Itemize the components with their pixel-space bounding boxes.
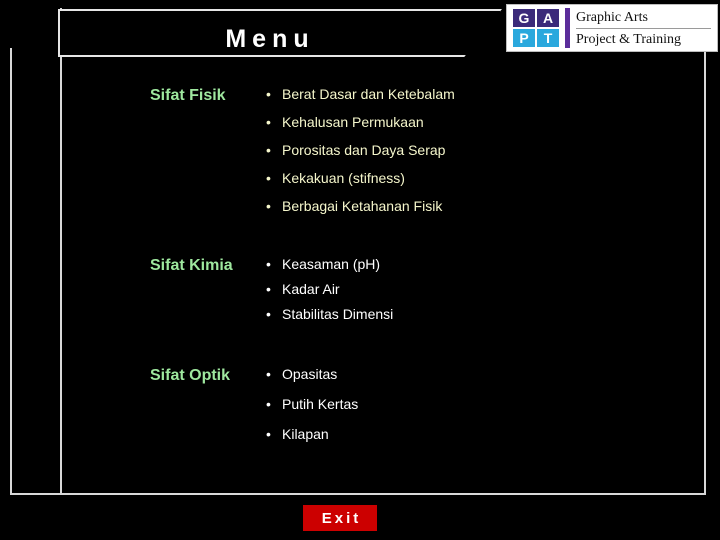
list-item-label: Opasitas [282,366,338,382]
section-heading: Sifat Optik [150,367,231,384]
section-heading: Sifat Fisik [150,87,226,104]
list-item: • Keasaman (pH) [266,256,666,273]
list-item-label: Kehalusan Permukaan [282,114,424,130]
bullet-dot-icon: • [266,306,271,322]
list-item: • Kadar Air [266,281,666,298]
section-bullet-list: • Keasaman (pH) • Kadar Air • Stabilitas… [266,256,666,323]
title-banner-fill: Menu [60,11,500,55]
logo-letter-marks: G A P T [507,5,565,51]
bullet-dot-icon: • [266,170,271,186]
frame-line-bottom [10,493,706,495]
list-item: • Porositas dan Daya Serap [266,142,666,159]
frame-line-inner-left [60,8,62,495]
list-item-label: Kilapan [282,426,329,442]
list-item-label: Berbagai Ketahanan Fisik [282,198,443,214]
logo-letter-p: P [513,29,535,47]
slide-canvas: Menu G A P T Graphic Arts Project & Trai… [0,0,720,540]
logo-row-top: G A [513,9,563,27]
list-item: • Stabilitas Dimensi [266,306,666,323]
list-item-label: Berat Dasar dan Ketebalam [282,86,455,102]
bullet-dot-icon: • [266,142,271,158]
section-bullet-list: • Berat Dasar dan Ketebalam • Kehalusan … [266,86,666,215]
bullet-dot-icon: • [266,256,271,272]
list-item-label: Stabilitas Dimensi [282,306,394,322]
list-item: • Kekakuan (stifness) [266,170,666,187]
list-item-label: Kadar Air [282,281,340,297]
exit-button-label: Exit [321,509,362,527]
logo-row-bottom: P T [513,29,563,47]
logo-letter-g: G [513,9,535,27]
section-heading: Sifat Kimia [150,257,233,274]
logo-line-project-training: Project & Training [576,31,682,47]
exit-button[interactable]: Exit [303,505,377,531]
frame-line-right [704,8,706,495]
bullet-dot-icon: • [266,281,271,297]
gapt-logo: G A P T Graphic Arts Project & Training [506,4,718,52]
list-item: • Opasitas [266,366,666,383]
bullet-dot-icon: • [266,366,271,382]
list-item-label: Putih Kertas [282,396,359,412]
list-item-label: Kekakuan (stifness) [282,170,405,186]
list-item-label: Porositas dan Daya Serap [282,142,446,158]
bullet-dot-icon: • [266,86,271,102]
bullet-dot-icon: • [266,198,271,214]
list-item: • Kehalusan Permukaan [266,114,666,131]
logo-line-graphic-arts: Graphic Arts [576,8,711,29]
list-item: • Kilapan [266,426,666,443]
logo-wordmark: Graphic Arts Project & Training [576,5,717,51]
list-item: • Berat Dasar dan Ketebalam [266,86,666,103]
list-item: • Putih Kertas [266,396,666,413]
bullet-dot-icon: • [266,396,271,412]
page-title: Menu [225,25,315,53]
logo-divider-bar [565,8,570,48]
frame-line-outer-left [10,48,12,495]
logo-letter-t: T [537,29,559,47]
list-item: • Berbagai Ketahanan Fisik [266,198,666,215]
section-bullet-list: • Opasitas • Putih Kertas • Kilapan [266,366,666,443]
bullet-dot-icon: • [266,114,271,130]
logo-letter-a: A [537,9,559,27]
list-item-label: Keasaman (pH) [282,256,381,272]
bullet-dot-icon: • [266,426,271,442]
